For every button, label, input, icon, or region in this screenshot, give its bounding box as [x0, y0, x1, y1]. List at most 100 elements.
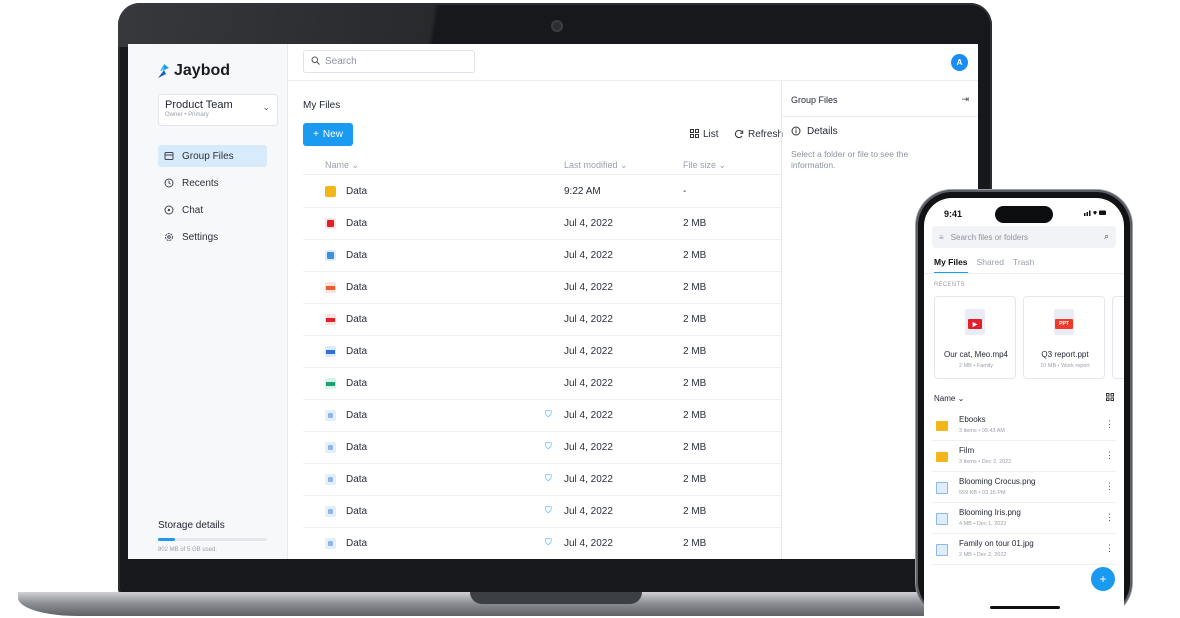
table-row[interactable]: Data Jul 4, 2022 2 MB: [303, 240, 781, 272]
recents-label: RECENTS: [934, 282, 965, 288]
sidebar-item-label: Recents: [182, 177, 219, 189]
tab-shared[interactable]: Shared: [977, 257, 1004, 267]
more-options-icon[interactable]: ⋮: [1105, 512, 1114, 523]
table-row[interactable]: Data ⛉ Jul 4, 2022 2 MB: [303, 432, 781, 464]
file-size: 2 MB: [683, 218, 707, 229]
new-button[interactable]: + New: [303, 123, 353, 146]
storage-usage-text: 802 MB of 5 GB used.: [158, 547, 218, 553]
table-row[interactable]: Data ⛉ Jul 4, 2022 2 MB: [303, 464, 781, 496]
play-icon: ▶: [968, 319, 982, 329]
sidebar-item-chat[interactable]: Chat: [158, 199, 267, 221]
file-size: 2 MB: [683, 410, 707, 421]
shield-icon: ⛉: [545, 537, 552, 547]
xls-file-icon: [325, 378, 336, 389]
list-item-meta: 3 items • Dec 2, 2022: [959, 459, 1012, 465]
more-options-icon[interactable]: ⋮: [1105, 450, 1114, 461]
search-input[interactable]: Search: [303, 50, 475, 73]
app-logo[interactable]: Jaybod: [158, 62, 230, 80]
table-row[interactable]: Data Jul 4, 2022 2 MB: [303, 272, 781, 304]
sidebar-item-recents[interactable]: Recents: [158, 172, 267, 194]
status-time: 9:41: [944, 209, 963, 219]
image-icon: [936, 513, 948, 525]
team-selector[interactable]: Product Team Owner • Primary ⌄: [158, 94, 278, 126]
grid-icon[interactable]: [1106, 393, 1114, 403]
file-name: Data: [346, 410, 368, 421]
ppt-file-icon: PPT: [1054, 309, 1074, 335]
folder-icon: [936, 421, 948, 431]
file-size: 2 MB: [683, 282, 707, 293]
storage-title: Storage details: [158, 520, 225, 531]
column-header-size[interactable]: File size ⌄: [683, 160, 726, 171]
column-header-name[interactable]: Name ⌄: [325, 160, 359, 171]
clock-icon: [164, 178, 174, 188]
phone-search-input[interactable]: ≡ Search files or folders: [932, 226, 1116, 248]
file-name: Data: [346, 250, 368, 261]
table-row[interactable]: Data ⛉ Jul 4, 2022 2 MB: [303, 400, 781, 432]
recent-card-name: Q3 report.ppt: [1041, 350, 1089, 359]
list-item-name: Family on tour 01.jpg: [959, 539, 1034, 548]
file-modified: Jul 4, 2022: [564, 250, 613, 261]
file-file-icon: [325, 538, 336, 549]
collapse-panel-icon[interactable]: ⇥: [961, 94, 969, 105]
details-header: Group Files ⇥: [782, 81, 978, 117]
recent-card[interactable]: PPT Q3 report.ppt 10 MB • Work report: [1023, 296, 1105, 379]
list-item-name: Blooming Crocus.png: [959, 477, 1036, 486]
file-modified: Jul 4, 2022: [564, 346, 613, 357]
image-icon: [936, 544, 948, 556]
file-name: Data: [346, 346, 368, 357]
gear-icon: [164, 232, 174, 242]
phone-tabs: My Files Shared Trash: [934, 257, 1034, 267]
sort-selector[interactable]: Name ⌄: [934, 394, 964, 403]
table-row[interactable]: Data Jul 4, 2022 2 MB: [303, 336, 781, 368]
file-name: Data: [346, 378, 368, 389]
table-row[interactable]: Data Jul 4, 2022 2 MB: [303, 304, 781, 336]
details-title: Group Files: [791, 95, 838, 105]
table-row[interactable]: Data Jul 4, 2022 2 MB: [303, 208, 781, 240]
sidebar-item-group-files[interactable]: Group Files: [158, 145, 267, 167]
topbar: Search A: [288, 44, 978, 81]
doc-file-icon: [325, 346, 336, 357]
file-size: 2 MB: [683, 538, 707, 549]
jaybod-logo-icon: [158, 64, 169, 78]
tab-my-files[interactable]: My Files: [934, 257, 968, 267]
list-item[interactable]: Ebooks 3 items • 09.43 AM ⋮: [932, 410, 1116, 441]
chat-icon: [164, 205, 174, 215]
list-item-meta: 3 items • 09.43 AM: [959, 428, 1005, 434]
sidebar-item-label: Settings: [182, 231, 219, 243]
view-toggle-button[interactable]: List: [690, 129, 719, 141]
list-item[interactable]: Blooming Crocus.png 559 KB • 03.15 PM ⋮: [932, 472, 1116, 503]
file-name: Data: [346, 282, 368, 293]
more-options-icon[interactable]: ⋮: [1105, 481, 1114, 492]
more-options-icon[interactable]: ⋮: [1105, 543, 1114, 554]
file-modified: Jul 4, 2022: [564, 506, 613, 517]
recent-card-partial[interactable]: [1112, 296, 1124, 379]
recent-card-meta: 10 MB • Work report: [1040, 363, 1090, 369]
file-file-icon: [325, 474, 336, 485]
grid-icon: [690, 129, 699, 141]
home-indicator: [990, 606, 1060, 609]
avatar[interactable]: A: [951, 54, 968, 71]
tab-trash[interactable]: Trash: [1013, 257, 1034, 267]
search-placeholder: Search: [325, 56, 357, 67]
table-row[interactable]: Data 9:22 AM -: [303, 176, 781, 208]
sidebar-item-settings[interactable]: Settings: [158, 226, 267, 248]
table-row[interactable]: Data ⛉ Jul 4, 2022 2 MB: [303, 528, 781, 559]
table-row[interactable]: Data ⛉ Jul 4, 2022 2 MB: [303, 496, 781, 528]
file-name: Data: [346, 538, 368, 549]
search-icon: ⌕: [1104, 231, 1110, 241]
tabs-divider: [924, 273, 1124, 274]
list-item[interactable]: Family on tour 01.jpg 2 MB • Dec 2, 2022 ⋮: [932, 534, 1116, 565]
refresh-button[interactable]: Refresh: [734, 129, 783, 142]
more-options-icon[interactable]: ⋮: [1105, 419, 1114, 430]
menu-icon[interactable]: ≡: [939, 233, 944, 242]
details-section-text: Details: [807, 126, 838, 137]
table-row[interactable]: Data Jul 4, 2022 2 MB: [303, 368, 781, 400]
list-item[interactable]: Blooming Iris.png 4 MB • Dec 1, 2022 ⋮: [932, 503, 1116, 534]
file-name: Data: [346, 506, 368, 517]
file-modified: Jul 4, 2022: [564, 282, 613, 293]
add-button[interactable]: +: [1091, 567, 1115, 591]
recent-card[interactable]: ▶ Our cat, Meo.mp4 2 MB • Family: [934, 296, 1016, 379]
column-header-modified[interactable]: Last modified ⌄: [564, 160, 628, 171]
list-item[interactable]: Film 3 items • Dec 2, 2022 ⋮: [932, 441, 1116, 472]
list-item-meta: 559 KB • 03.15 PM: [959, 490, 1006, 496]
